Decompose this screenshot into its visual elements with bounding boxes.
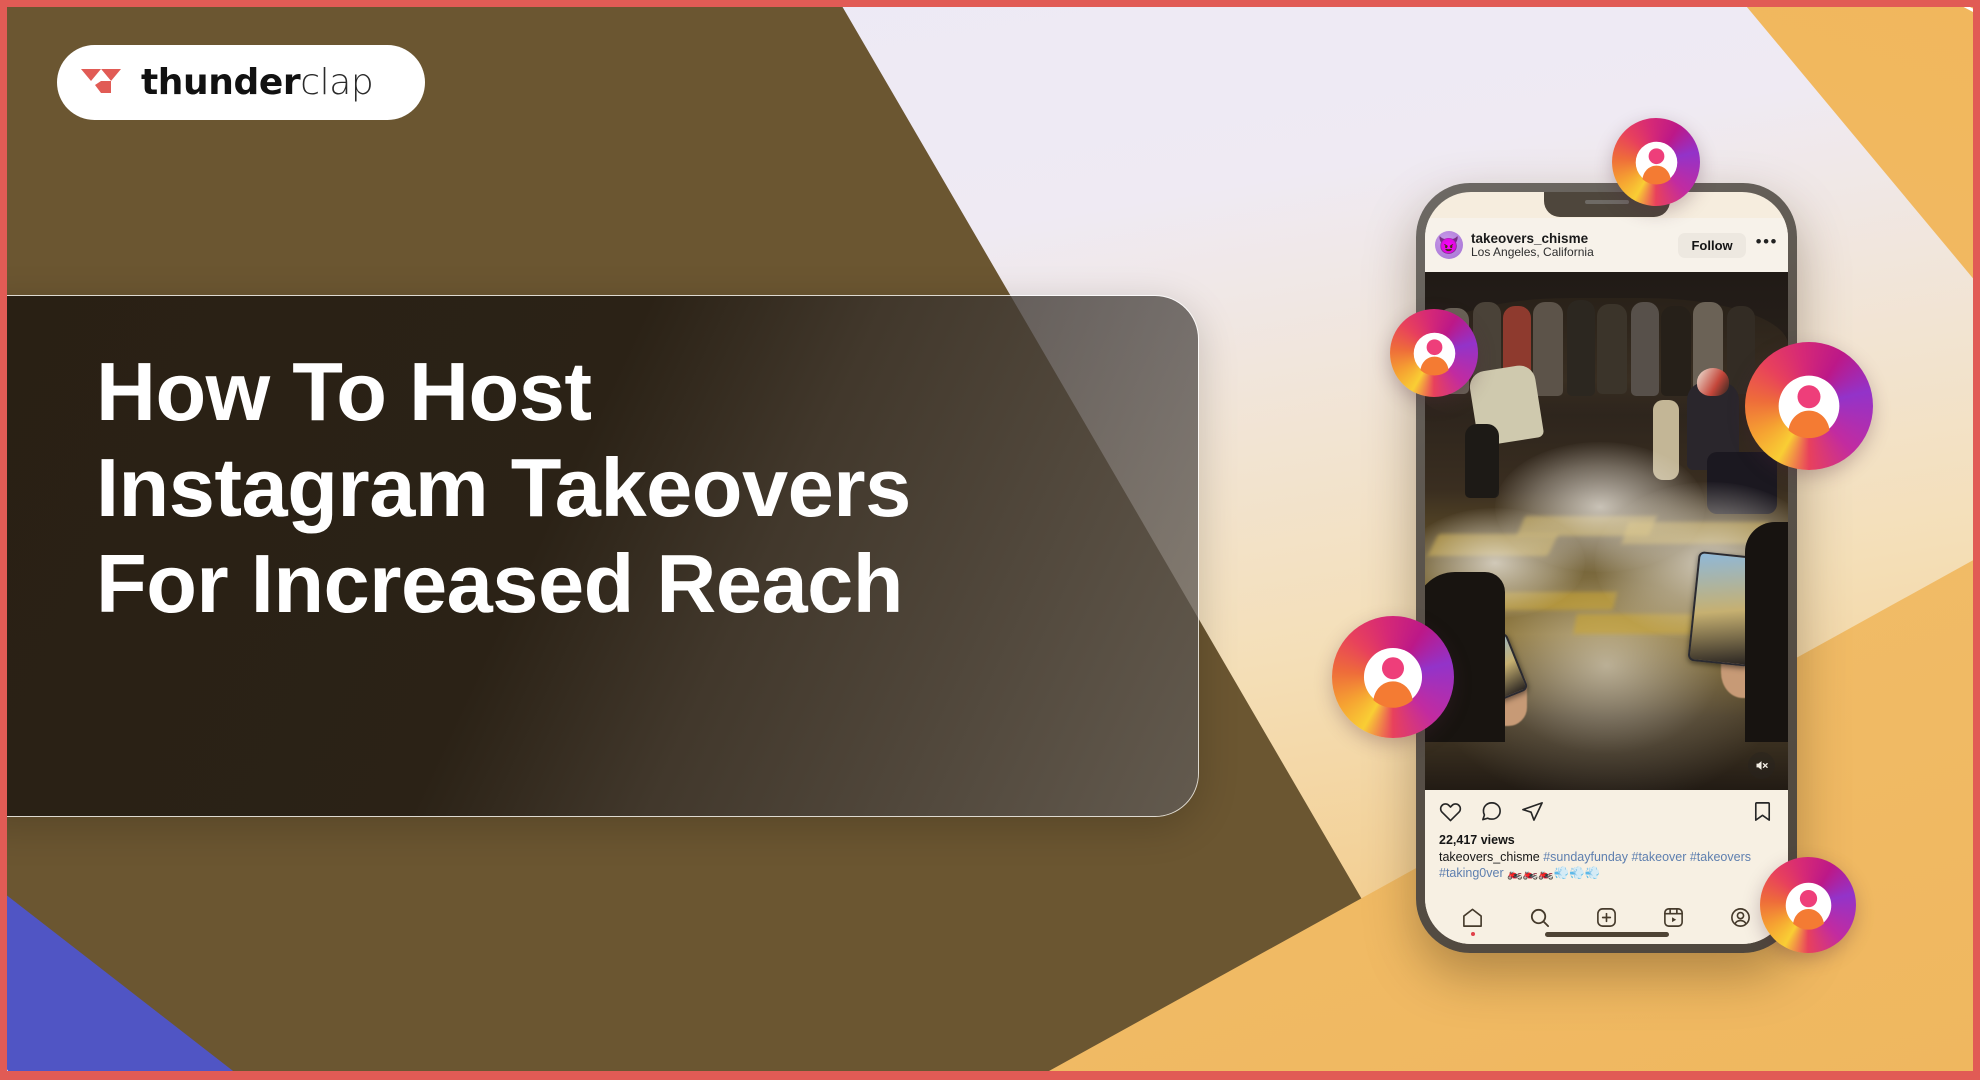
phone-mockup: 😈 takeovers_chisme Los Angeles, Californ…	[1416, 183, 1797, 953]
crowd-figure	[1661, 306, 1691, 396]
title-line-1: How To Host	[96, 345, 592, 438]
post-location[interactable]: Los Angeles, California	[1471, 245, 1670, 259]
coral-border-frame: thunderclap How To Host Instagram Takeov…	[0, 0, 1980, 1080]
avatar[interactable]: 😈	[1435, 231, 1463, 259]
post-video[interactable]	[1425, 272, 1788, 790]
save-icon[interactable]	[1751, 800, 1774, 828]
crowd-figure	[1567, 300, 1595, 396]
nav-create-button[interactable]	[1595, 906, 1618, 929]
crowd-figure	[1533, 302, 1563, 396]
person-avatar-icon	[1363, 647, 1423, 708]
ig-profile-bubble-1[interactable]	[1612, 118, 1700, 206]
instagram-bottom-nav	[1425, 890, 1788, 944]
ig-profile-bubble-3[interactable]	[1745, 342, 1873, 470]
phone-screen: 😈 takeovers_chisme Los Angeles, Californ…	[1425, 192, 1788, 944]
avatar-emoji: 😈	[1438, 235, 1460, 255]
caption-emojis: 🏍️🏍️🏍️💨💨💨	[1507, 866, 1601, 880]
ig-profile-bubble-5[interactable]	[1760, 857, 1856, 953]
caption-author[interactable]: takeovers_chisme	[1439, 850, 1540, 864]
poster-canvas: thunderclap How To Host Instagram Takeov…	[7, 7, 1973, 1071]
follow-button[interactable]: Follow	[1678, 232, 1746, 258]
home-indicator-bar	[1544, 932, 1669, 937]
person-avatar-icon	[1778, 375, 1840, 439]
like-icon[interactable]	[1439, 800, 1462, 828]
post-username[interactable]: takeovers_chisme	[1471, 231, 1670, 246]
mute-toggle[interactable]	[1748, 752, 1775, 779]
brand-wordmark-light: clap	[300, 62, 374, 103]
nav-search-button[interactable]	[1528, 906, 1551, 929]
page-title: How To Host Instagram Takeovers For Incr…	[96, 344, 911, 632]
share-icon[interactable]	[1521, 800, 1544, 828]
ig-profile-bubble-4[interactable]	[1332, 616, 1454, 738]
title-line-2: Instagram Takeovers	[96, 440, 911, 534]
foreground-silhouette	[1745, 522, 1788, 742]
title-line-3: For Increased Reach	[96, 536, 904, 630]
post-caption-block: 22,417 views takeovers_chisme #sundayfun…	[1425, 828, 1788, 890]
instagram-post-header: 😈 takeovers_chisme Los Angeles, Californ…	[1425, 218, 1788, 272]
crowd-figure	[1631, 302, 1659, 396]
post-caption: takeovers_chisme #sundayfunday #takeover…	[1439, 849, 1774, 881]
ig-profile-bubble-2[interactable]	[1390, 309, 1478, 397]
crowd-figure	[1597, 304, 1627, 394]
post-meta: takeovers_chisme Los Angeles, California	[1471, 231, 1670, 260]
rider-figure	[1465, 424, 1499, 498]
comment-icon[interactable]	[1480, 800, 1503, 828]
hero-glass-card: How To Host Instagram Takeovers For Incr…	[7, 295, 1199, 817]
nav-reels-button[interactable]	[1662, 906, 1685, 929]
post-action-bar	[1425, 790, 1788, 828]
person-avatar-icon	[1785, 882, 1831, 930]
view-count: 22,417 views	[1439, 833, 1515, 847]
brand-wordmark-bold: thunder	[141, 62, 301, 103]
home-notification-dot	[1470, 931, 1475, 936]
mute-icon	[1756, 761, 1768, 770]
nav-home-button[interactable]	[1461, 906, 1484, 936]
brand-wordmark: thunderclap	[141, 62, 374, 103]
brand-logo[interactable]: thunderclap	[57, 45, 425, 120]
thunderclap-logo-icon	[81, 68, 121, 93]
nav-profile-button[interactable]	[1729, 906, 1752, 929]
person-avatar-icon	[1635, 141, 1677, 185]
phone-bezel: 😈 takeovers_chisme Los Angeles, Californ…	[1416, 183, 1797, 953]
person-avatar-icon	[1413, 332, 1455, 376]
rider-helmet	[1697, 368, 1729, 396]
more-options-icon[interactable]: •••	[1754, 232, 1780, 258]
